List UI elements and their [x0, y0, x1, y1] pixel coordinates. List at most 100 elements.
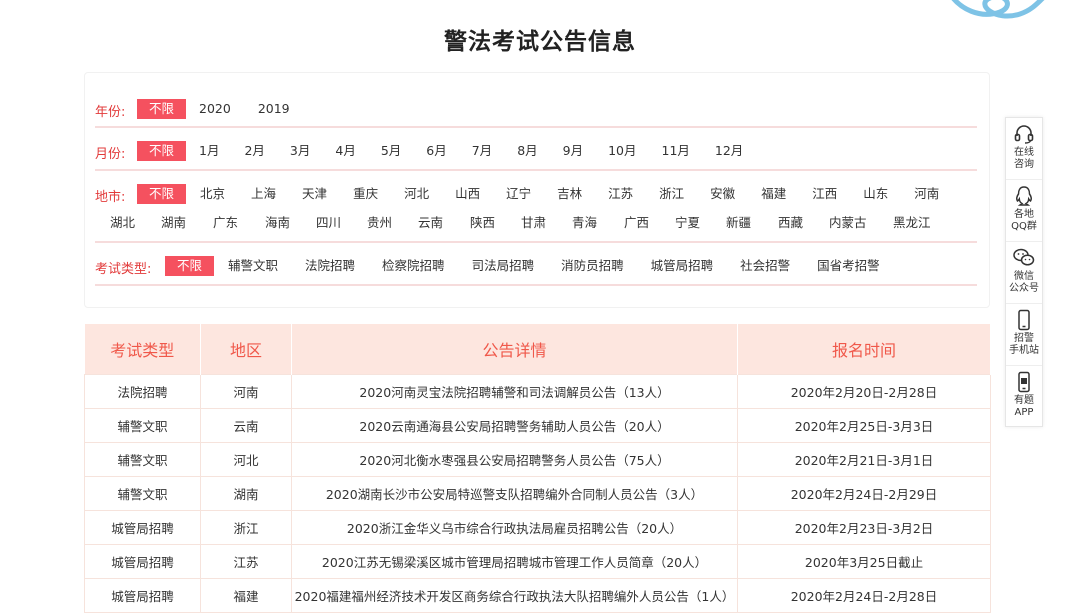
month-option-4[interactable]: 4月: [335, 141, 355, 161]
cell-notice-link[interactable]: 2020福建福州经济技术开发区商务综合行政执法大队招聘编外人员公告（1人）: [291, 577, 738, 613]
type-option-all[interactable]: 不限: [165, 256, 215, 276]
table-row[interactable]: 辅警文职 湖南 2020湖南长沙市公安局特巡警支队招聘编外合同制人员公告（3人）…: [84, 475, 991, 511]
cell-notice-link[interactable]: 2020江苏无锡梁溪区城市管理局招聘城市管理工作人员简章（20人）: [291, 543, 738, 579]
table-row[interactable]: 辅警文职 云南 2020云南通海县公安局招聘警务辅助人员公告（20人） 2020…: [84, 407, 991, 443]
region-option-beijing[interactable]: 北京: [200, 184, 225, 204]
month-option-6[interactable]: 6月: [426, 141, 446, 161]
year-option-2020[interactable]: 2020: [199, 99, 231, 119]
cell-notice-link[interactable]: 2020湖南长沙市公安局特巡警支队招聘编外合同制人员公告（3人）: [291, 475, 738, 511]
cell-exam-type: 辅警文职: [84, 441, 201, 477]
sidebar-consult-line2: 咨询: [1014, 159, 1034, 170]
year-option-all[interactable]: 不限: [137, 99, 187, 119]
table-row[interactable]: 城管局招聘 江苏 2020江苏无锡梁溪区城市管理局招聘城市管理工作人员简章（20…: [84, 543, 991, 579]
region-option-jilin[interactable]: 吉林: [557, 184, 582, 204]
month-label: 月份:: [95, 147, 126, 162]
cell-registration-time: 2020年2月24日-2月28日: [737, 577, 991, 613]
cell-exam-type: 辅警文职: [84, 407, 201, 443]
region-option-fujian[interactable]: 福建: [761, 184, 786, 204]
region-option-xinjiang[interactable]: 新疆: [726, 213, 751, 233]
region-option-heilongjiang[interactable]: 黑龙江: [893, 213, 931, 233]
region-option-all[interactable]: 不限: [137, 184, 187, 204]
cell-notice-link[interactable]: 2020云南通海县公安局招聘警务辅助人员公告（20人）: [291, 407, 738, 443]
month-option-10[interactable]: 10月: [608, 141, 636, 161]
region-option-guangxi[interactable]: 广西: [624, 213, 649, 233]
region-option-shanghai[interactable]: 上海: [251, 184, 276, 204]
cell-region: 福建: [200, 577, 292, 613]
region-option-qinghai[interactable]: 青海: [572, 213, 597, 233]
sidebar-mobile-line1: 招警: [1014, 333, 1034, 344]
region-option-tianjin[interactable]: 天津: [302, 184, 327, 204]
region-label: 地市:: [95, 190, 126, 205]
divider: [95, 241, 977, 243]
app-phone-icon: [1018, 371, 1030, 393]
region-option-liaoning[interactable]: 辽宁: [506, 184, 531, 204]
year-filter: 年份: 不限 2020 2019: [95, 98, 977, 120]
region-option-neimenggu[interactable]: 内蒙古: [829, 213, 867, 233]
type-option-social-police[interactable]: 社会招警: [740, 256, 790, 276]
month-option-11[interactable]: 11月: [662, 141, 690, 161]
region-option-henan[interactable]: 河南: [914, 184, 939, 204]
region-option-jiangxi[interactable]: 江西: [812, 184, 837, 204]
month-option-3[interactable]: 3月: [290, 141, 310, 161]
region-option-yunnan[interactable]: 云南: [418, 213, 443, 233]
region-option-xizang[interactable]: 西藏: [778, 213, 803, 233]
cell-registration-time: 2020年2月21日-3月1日: [737, 441, 991, 477]
month-option-5[interactable]: 5月: [381, 141, 401, 161]
region-option-hunan[interactable]: 湖南: [161, 213, 186, 233]
sidebar-qq-group[interactable]: 各地 QQ群: [1006, 180, 1042, 242]
month-option-12[interactable]: 12月: [715, 141, 743, 161]
region-option-anhui[interactable]: 安徽: [710, 184, 735, 204]
type-option-procuratorate[interactable]: 检察院招聘: [382, 256, 445, 276]
floating-sidebar: 在线 咨询 各地 QQ群 微信 公众号 招警 手机站 有题 APP: [1005, 117, 1043, 427]
year-option-2019[interactable]: 2019: [258, 99, 290, 119]
region-option-hainan[interactable]: 海南: [265, 213, 290, 233]
table-row[interactable]: 城管局招聘 福建 2020福建福州经济技术开发区商务综合行政执法大队招聘编外人员…: [84, 577, 991, 613]
month-option-8[interactable]: 8月: [517, 141, 537, 161]
month-option-9[interactable]: 9月: [563, 141, 583, 161]
region-option-shandong[interactable]: 山东: [863, 184, 888, 204]
cell-notice-link[interactable]: 2020河北衡水枣强县公安局招聘警务人员公告（75人）: [291, 441, 738, 477]
region-option-hebei[interactable]: 河北: [404, 184, 429, 204]
type-option-judicial-bureau[interactable]: 司法局招聘: [472, 256, 535, 276]
region-option-shanxi[interactable]: 山西: [455, 184, 480, 204]
header-notice-detail: 公告详情: [291, 324, 738, 374]
region-option-ningxia[interactable]: 宁夏: [675, 213, 700, 233]
header-registration-time: 报名时间: [737, 324, 991, 374]
cell-region: 浙江: [200, 509, 292, 545]
table-row[interactable]: 城管局招聘 浙江 2020浙江金华义乌市综合行政执法局雇员招聘公告（20人） 2…: [84, 509, 991, 545]
region-option-gansu[interactable]: 甘肃: [521, 213, 546, 233]
month-option-7[interactable]: 7月: [472, 141, 492, 161]
divider: [95, 169, 977, 171]
type-option-urban-management[interactable]: 城管局招聘: [651, 256, 714, 276]
sidebar-wechat-line2: 公众号: [1009, 283, 1039, 294]
cell-registration-time: 2020年2月20日-2月28日: [737, 373, 991, 409]
cell-notice-link[interactable]: 2020河南灵宝法院招聘辅警和司法调解员公告（13人）: [291, 373, 738, 409]
region-option-shaanxi[interactable]: 陕西: [470, 213, 495, 233]
region-option-sichuan[interactable]: 四川: [316, 213, 341, 233]
type-option-auxiliary-police[interactable]: 辅警文职: [228, 256, 278, 276]
month-option-all[interactable]: 不限: [137, 141, 187, 161]
sidebar-wechat[interactable]: 微信 公众号: [1006, 242, 1042, 304]
month-option-1[interactable]: 1月: [199, 141, 219, 161]
type-option-court[interactable]: 法院招聘: [305, 256, 355, 276]
sidebar-mobile-site[interactable]: 招警 手机站: [1006, 304, 1042, 366]
type-option-national-exam-police[interactable]: 国省考招警: [817, 256, 880, 276]
cell-notice-link[interactable]: 2020浙江金华义乌市综合行政执法局雇员招聘公告（20人）: [291, 509, 738, 545]
region-option-chongqing[interactable]: 重庆: [353, 184, 378, 204]
cell-region: 云南: [200, 407, 292, 443]
sidebar-qq-line2: QQ群: [1011, 221, 1037, 232]
sidebar-app-line1: 有题: [1014, 395, 1034, 406]
type-option-firefighter[interactable]: 消防员招聘: [561, 256, 624, 276]
region-option-guangdong[interactable]: 广东: [213, 213, 238, 233]
region-option-zhejiang[interactable]: 浙江: [659, 184, 684, 204]
region-option-guizhou[interactable]: 贵州: [367, 213, 392, 233]
table-row[interactable]: 辅警文职 河北 2020河北衡水枣强县公安局招聘警务人员公告（75人） 2020…: [84, 441, 991, 477]
table-row[interactable]: 法院招聘 河南 2020河南灵宝法院招聘辅警和司法调解员公告（13人） 2020…: [84, 373, 991, 409]
month-option-2[interactable]: 2月: [244, 141, 264, 161]
sidebar-online-consult[interactable]: 在线 咨询: [1006, 118, 1042, 180]
header-region: 地区: [200, 324, 292, 374]
region-option-hubei[interactable]: 湖北: [110, 213, 135, 233]
region-option-jiangsu[interactable]: 江苏: [608, 184, 633, 204]
sidebar-app[interactable]: 有题 APP: [1006, 366, 1042, 428]
table-header-row: 考试类型 地区 公告详情 报名时间: [84, 324, 991, 374]
